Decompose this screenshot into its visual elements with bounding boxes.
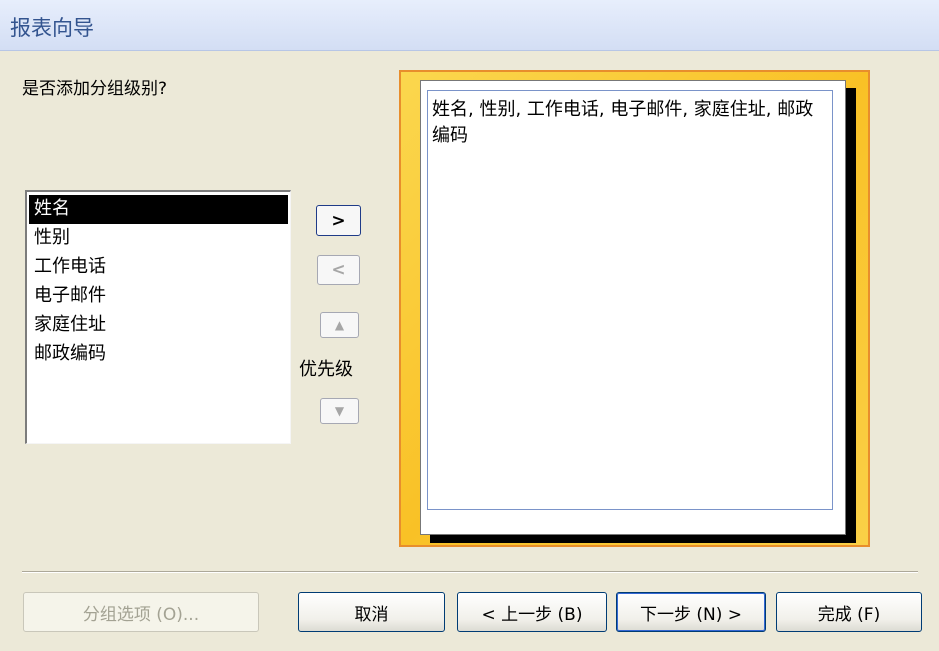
wizard-title: 报表向导 [10,16,94,40]
chevron-right-icon: > [331,210,346,231]
field-list-item[interactable]: 性别 [29,224,288,253]
field-list-item[interactable]: 邮政编码 [29,340,288,369]
grouping-options-button[interactable]: 分组选项 (O)... [23,592,259,632]
next-button[interactable]: 下一步 (N) > [616,592,766,632]
field-list-item[interactable]: 家庭住址 [29,311,288,340]
priority-down-button[interactable]: ▼ [320,398,359,424]
remove-grouping-button[interactable]: < [317,255,360,285]
grouping-question: 是否添加分组级别? [22,79,168,99]
field-list-item[interactable]: 电子邮件 [29,282,288,311]
wizard-title-bar: 报表向导 [0,0,939,51]
priority-up-button[interactable]: ▲ [320,312,359,338]
finish-button[interactable]: 完成 (F) [776,592,922,632]
back-button[interactable]: < 上一步 (B) [457,592,607,632]
priority-label: 优先级 [299,359,353,380]
footer-divider [22,571,918,573]
chevron-left-icon: < [331,260,346,280]
preview-fields-text: 姓名, 性别, 工作电话, 电子邮件, 家庭住址, 邮政编码 [427,90,833,510]
field-list-item[interactable]: 工作电话 [29,253,288,282]
field-list-item[interactable]: 姓名 [29,195,288,224]
available-fields-list[interactable]: 姓名 性别 工作电话 电子邮件 家庭住址 邮政编码 [25,190,291,444]
cancel-button[interactable]: 取消 [298,592,445,632]
arrow-up-icon: ▲ [334,318,345,332]
arrow-down-icon: ▼ [334,404,345,418]
add-grouping-button[interactable]: > [316,205,361,236]
